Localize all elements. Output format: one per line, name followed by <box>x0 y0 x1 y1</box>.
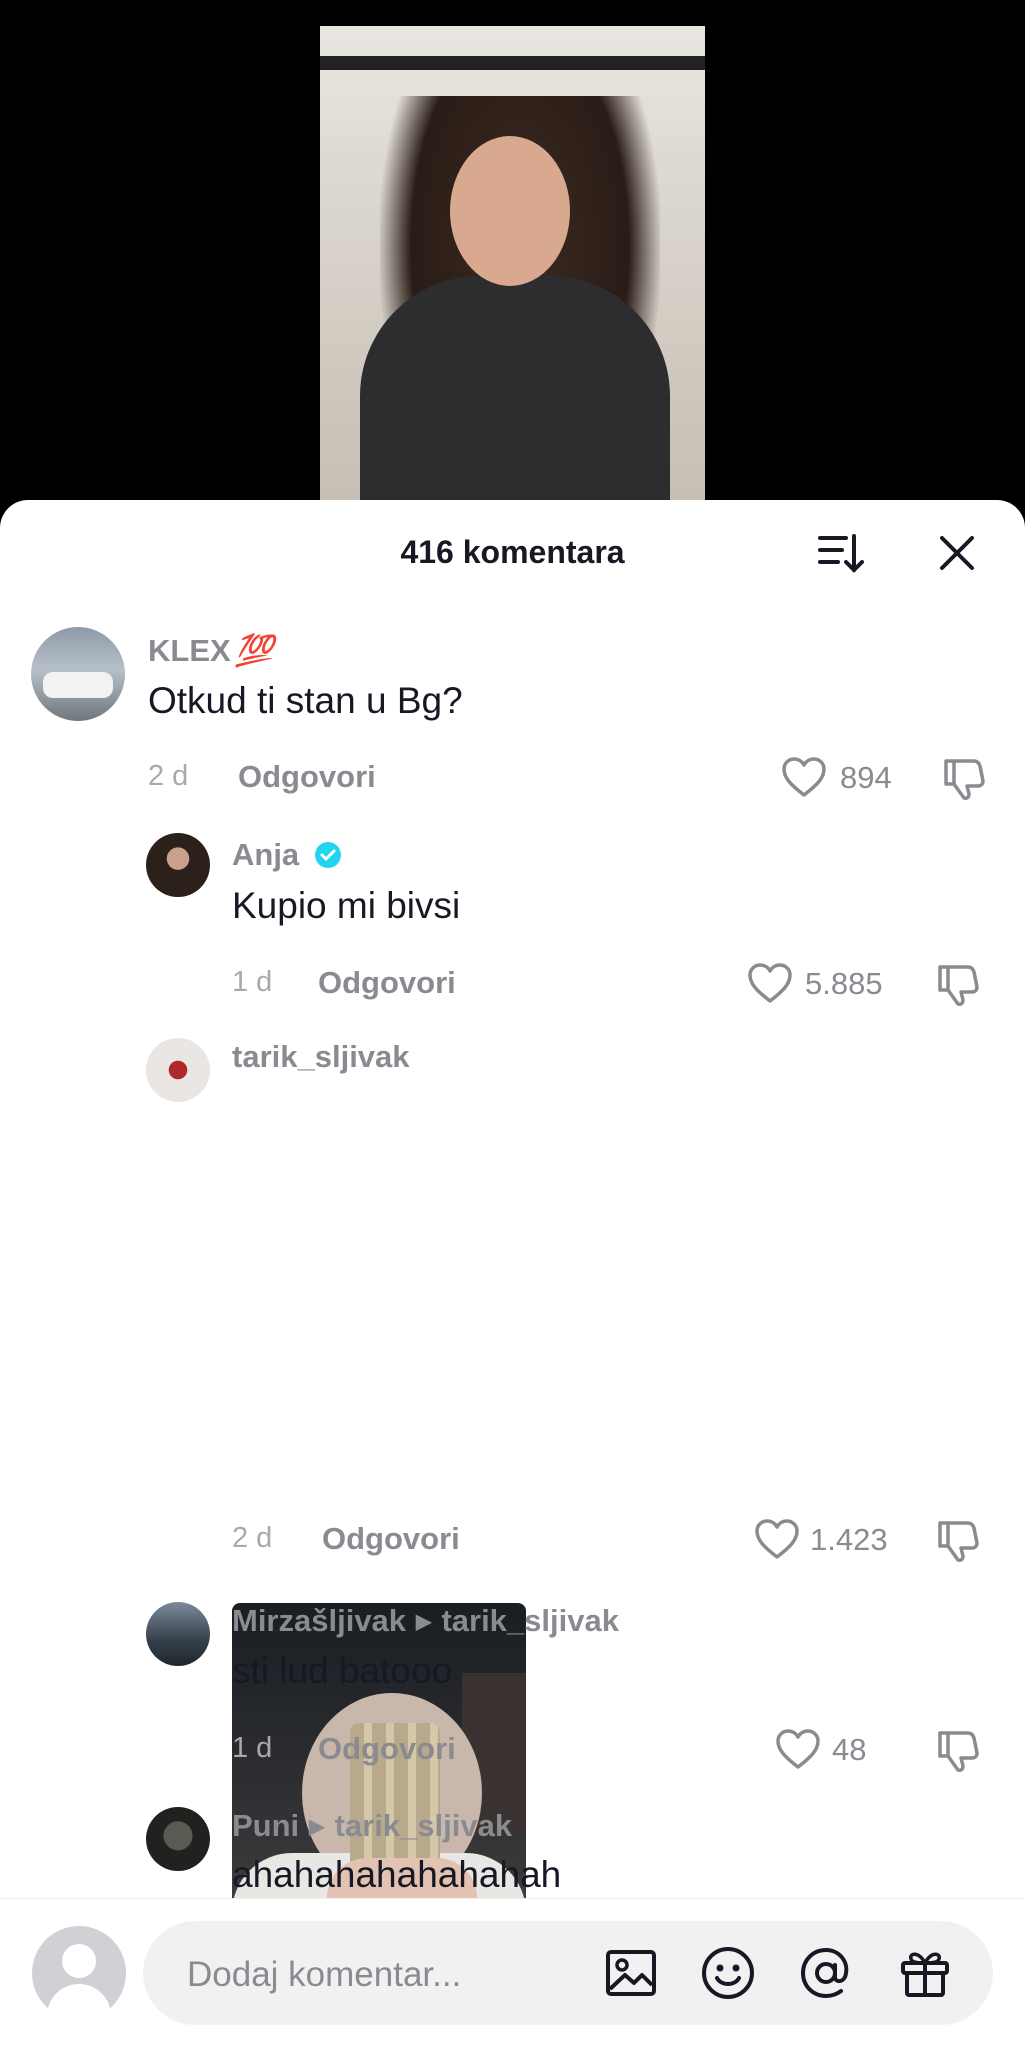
comment-meta-row: 2 d Odgovori 1.423 <box>0 1510 1025 1590</box>
emoji-icon[interactable] <box>700 1945 756 2001</box>
avatar[interactable] <box>31 627 125 721</box>
sort-icon[interactable] <box>816 530 864 576</box>
comment-input[interactable]: Dodaj komentar... <box>143 1921 993 2025</box>
reply-button[interactable]: Odgovori <box>318 1731 456 1767</box>
dislike-icon[interactable] <box>940 755 986 801</box>
comment-username[interactable]: Anja <box>232 837 342 873</box>
comment-date: 2 d <box>148 760 189 792</box>
like-count: 894 <box>840 760 892 795</box>
comments-sheet: 416 komentara KLEX💯 Otkud ti stan u Bg? <box>0 500 1025 2048</box>
video-preview[interactable] <box>0 0 1025 520</box>
comment-date: 2 d <box>232 1522 273 1554</box>
like-count: 48 <box>832 1732 867 1767</box>
current-user-avatar <box>32 1926 126 2020</box>
gift-icon[interactable] <box>897 1945 953 2001</box>
comment-text: sti lud batooo <box>232 1650 453 1691</box>
dislike-icon[interactable] <box>934 1727 980 1773</box>
avatar[interactable] <box>146 1807 210 1871</box>
comment-date: 1 d <box>232 966 273 998</box>
comment-username[interactable]: KLEX 💯 <box>148 632 273 669</box>
heart-icon[interactable] <box>775 1728 821 1770</box>
reply-arrow-icon: ▶ <box>416 1611 432 1633</box>
comment-username[interactable]: tarik_sljivak <box>232 1039 410 1075</box>
comment-reply-item: Anja Kupio mi bivsi 1 d Odgovori 5.885 <box>0 825 1025 1025</box>
avatar[interactable] <box>146 1602 210 1666</box>
avatar[interactable] <box>146 833 210 897</box>
avatar[interactable] <box>146 1038 210 1102</box>
comments-count-title: 416 komentara <box>400 534 625 570</box>
reply-arrow-icon: ▶ <box>309 1816 325 1838</box>
verified-badge-icon <box>314 842 341 868</box>
reply-button[interactable]: Odgovori <box>238 759 376 795</box>
comment-date: 1 d <box>232 1732 273 1764</box>
heart-icon[interactable] <box>754 1518 800 1560</box>
image-icon[interactable] <box>603 1945 659 2001</box>
heart-icon[interactable] <box>747 962 793 1004</box>
comment-text: Kupio mi bivsi <box>232 885 461 926</box>
comment-text: Otkud ti stan u Bg? <box>148 680 463 721</box>
dislike-icon[interactable] <box>934 961 980 1007</box>
comment-username[interactable]: Mirzašljivak ▶ tarik_sljivak <box>232 1603 619 1639</box>
reply-button[interactable]: Odgovori <box>322 1521 460 1557</box>
close-icon[interactable] <box>936 532 978 574</box>
like-count: 1.423 <box>810 1522 888 1557</box>
video-thumbnail <box>320 26 705 520</box>
comment-reply-item: Mirzašljivak ▶ tarik_sljivak sti lud batoo… <box>0 1598 1025 1798</box>
reply-button[interactable]: Odgovori <box>318 965 456 1001</box>
comment-input-placeholder: Dodaj komentar... <box>187 1955 462 1994</box>
heart-icon[interactable] <box>781 756 827 798</box>
like-count: 5.885 <box>805 966 883 1001</box>
comment-item: KLEX 💯 Otkud ti stan u Bg? 2 d Odgovori 8… <box>0 620 1025 820</box>
comment-text: ahahahahahahahah <box>232 1854 562 1895</box>
hundred-emoji: 💯 <box>234 633 274 668</box>
dislike-icon[interactable] <box>934 1517 980 1563</box>
comments-header: 416 komentara <box>0 500 1025 610</box>
mention-icon[interactable] <box>798 1945 854 2001</box>
comment-reply-item: Puni ▶ tarik_sljivak ahahahahahahahah <box>0 1803 1025 1903</box>
comment-username[interactable]: Puni ▶ tarik_sljivak <box>232 1808 512 1844</box>
comment-input-bar: Dodaj komentar... <box>0 1898 1025 2049</box>
